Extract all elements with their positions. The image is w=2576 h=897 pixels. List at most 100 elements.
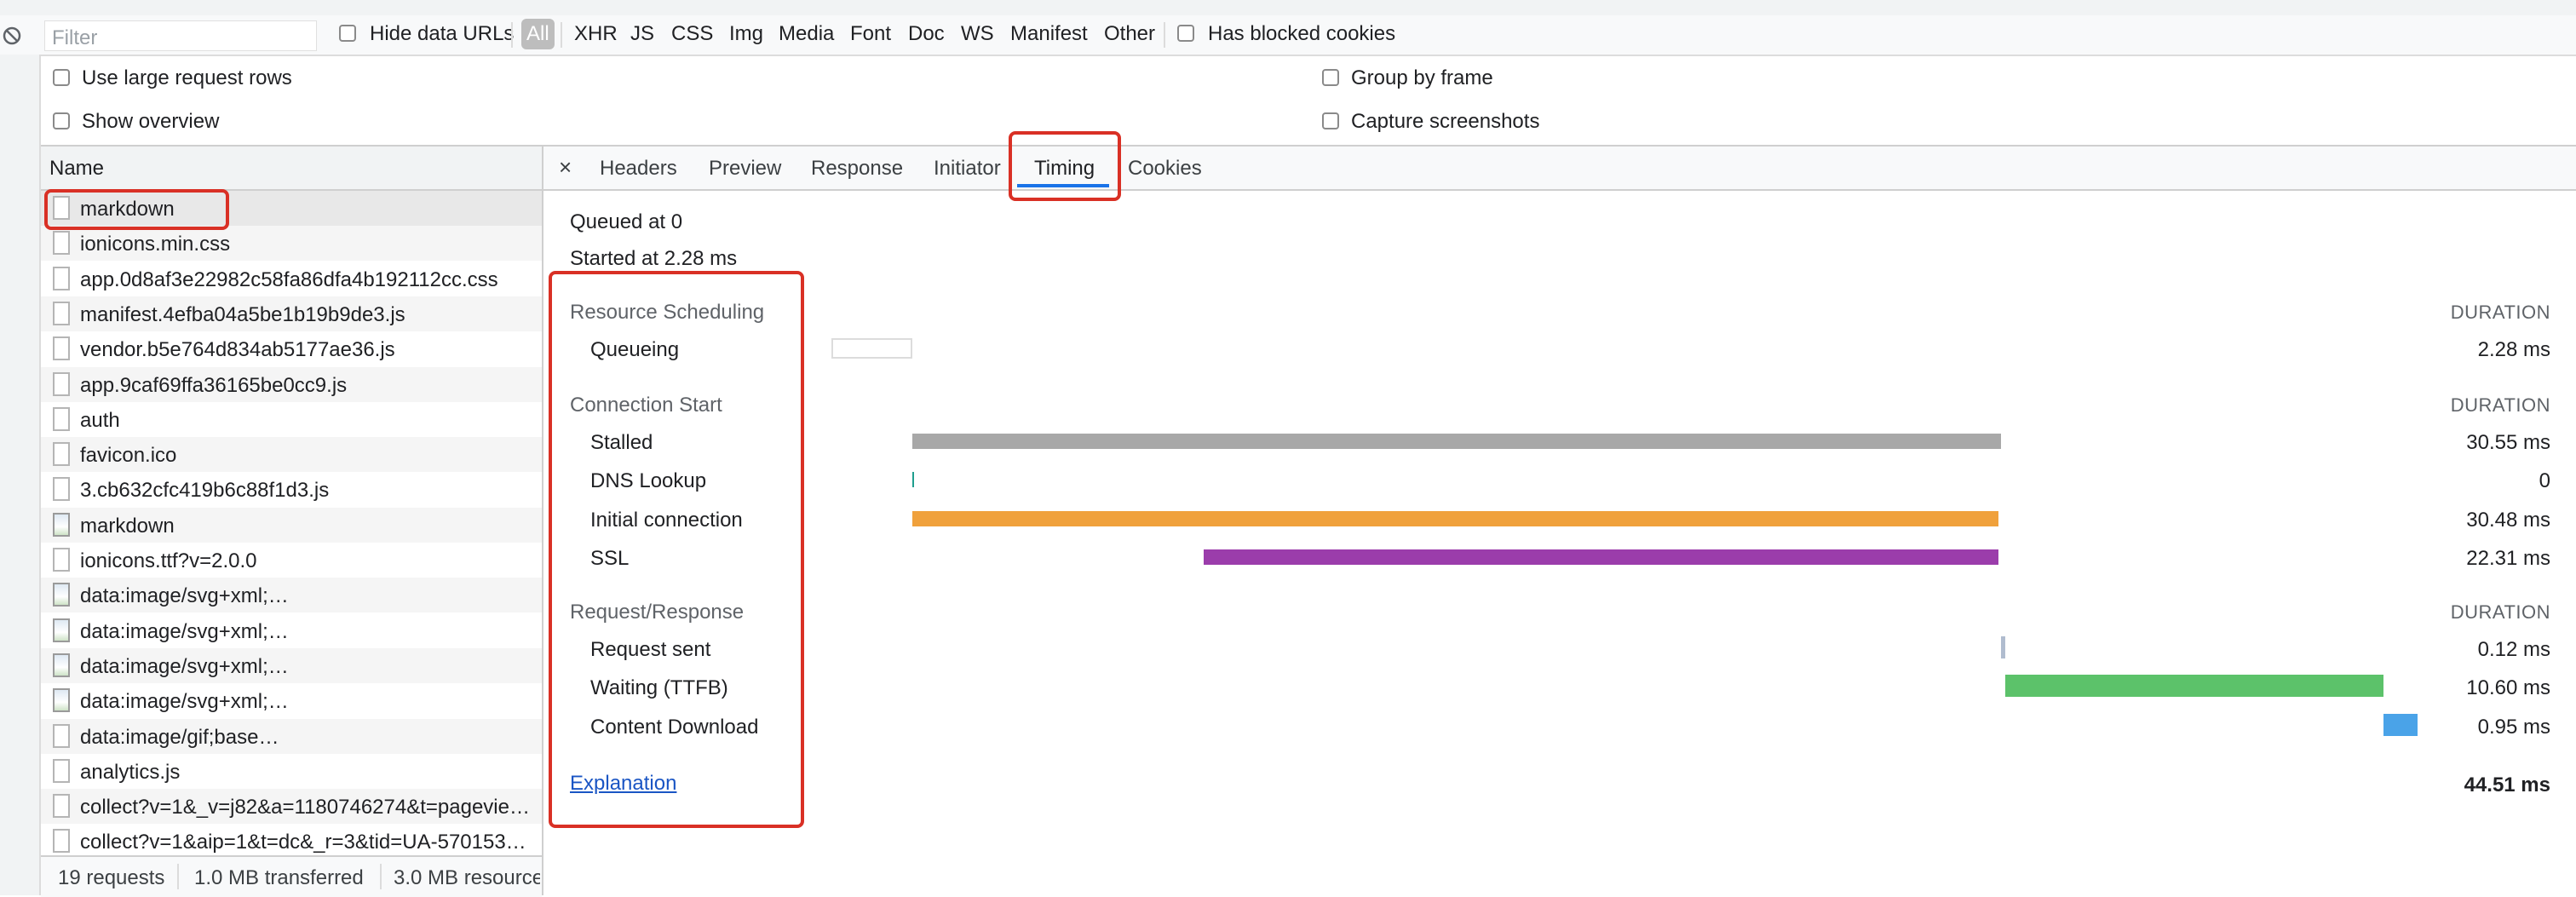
name-column-header[interactable]: Name [41,147,542,191]
has-blocked-cookies-label: Has blocked cookies [1208,22,1396,45]
image-icon [53,583,70,607]
footer-transferred: 1.0 MB transferred [194,866,364,889]
timing-bar[interactable] [912,434,2002,449]
request-name: data:image/svg+xml;… [80,619,289,643]
has-blocked-cookies-checkbox[interactable] [1177,25,1194,42]
type-filter-ws[interactable]: WS [961,22,994,46]
left-gutter [0,55,41,895]
request-row[interactable]: favicon.ico [41,437,542,473]
request-name: analytics.js [80,760,181,784]
use-large-rows-checkbox[interactable] [53,69,70,86]
footer-resources: 3.0 MB resources [394,868,540,888]
timing-bar[interactable] [1204,549,1999,565]
filter-input[interactable]: Filter [44,20,317,51]
duration-header: DURATION [2450,302,2550,323]
type-filter-manifest[interactable]: Manifest [1010,22,1088,46]
tab-response[interactable]: Response [811,157,903,181]
request-row[interactable]: data:image/svg+xml;… [41,578,542,613]
image-icon [53,688,70,713]
image-icon [53,512,70,537]
document-icon [53,477,70,502]
request-row[interactable]: data:image/svg+xml;… [41,683,542,718]
queued-at: Queued at 0 [570,210,683,233]
tab-initiator[interactable]: Initiator [934,157,1001,181]
timing-bar[interactable] [2001,636,2006,658]
request-row[interactable]: auth [41,402,542,437]
highlight-box-phases [549,271,804,828]
request-row[interactable]: app.0d8af3e22982c58fa86dfa4b192112cc.css [41,262,542,296]
timing-duration: 0.12 ms [2477,638,2550,661]
request-row[interactable]: ionicons.ttf?v=2.0.0 [41,543,542,578]
type-filter-xhr[interactable]: XHR [574,22,618,46]
request-name: data:image/svg+xml;… [80,584,289,608]
started-at: Started at 2.28 ms [570,247,738,270]
group-by-frame-label: Group by frame [1351,66,1493,89]
tab-headers[interactable]: Headers [600,157,677,181]
show-overview-label: Show overview [82,110,220,133]
timing-bar[interactable] [912,511,1999,526]
capture-screenshots-checkbox[interactable] [1322,112,1339,129]
block-requests-icon[interactable] [2,26,22,46]
status-footer: 19 requests 1.0 MB transferred 3.0 MB re… [41,855,542,897]
document-icon [53,758,70,783]
request-row[interactable]: vendor.b5e764d834ab5177ae36.js [41,331,542,366]
timing-duration: 0.95 ms [2477,716,2550,739]
footer-divider [177,864,179,889]
network-options [41,56,2576,147]
request-name: app.9caf69ffa36165be0cc9.js [80,373,348,397]
capture-screenshots-label: Capture screenshots [1351,110,1540,133]
type-filter-css[interactable]: CSS [671,22,713,46]
request-name: vendor.b5e764d834ab5177ae36.js [80,338,395,362]
request-row[interactable]: data:image/svg+xml;… [41,647,542,683]
document-icon [53,723,70,748]
request-row[interactable]: collect?v=1&_v=j82&a=1180746274&t=pagevi… [41,789,542,825]
type-filter-other[interactable]: Other [1104,22,1155,46]
type-filter-img[interactable]: Img [729,22,763,46]
request-row[interactable]: data:image/svg+xml;… [41,613,542,648]
request-name: 3.cb632cfc419b6c88f1d3.js [80,479,330,503]
timing-duration: 30.48 ms [2466,509,2550,532]
group-by-frame-checkbox[interactable] [1322,69,1339,86]
type-filter-all[interactable]: All [521,19,555,49]
toolbar-divider [1164,22,1165,48]
timing-bar[interactable] [912,472,915,487]
request-name: manifest.4efba04a5be1b19b9de3.js [80,302,405,326]
request-row[interactable]: markdown [41,507,542,543]
type-filter-doc[interactable]: Doc [908,22,945,46]
footer-request-count: 19 requests [58,866,165,889]
document-icon [53,266,70,290]
tab-preview[interactable]: Preview [709,157,781,181]
close-detail-button[interactable]: × [559,154,572,181]
document-icon [53,829,70,854]
image-icon [53,618,70,642]
request-row[interactable]: app.9caf69ffa36165be0cc9.js [41,366,542,402]
timing-duration: 22.31 ms [2466,547,2550,570]
footer-divider [380,864,382,889]
request-row[interactable]: collect?v=1&aip=1&t=dc&_r=3&tid=UA-57015… [41,824,542,859]
devtools-top-strip [0,0,2576,17]
tab-cookies[interactable]: Cookies [1128,157,1202,181]
request-row[interactable]: manifest.4efba04a5be1b19b9de3.js [41,296,542,331]
document-icon [53,301,70,325]
document-icon [53,794,70,819]
type-filter-media[interactable]: Media [779,22,834,46]
timing-duration: 30.55 ms [2466,431,2550,454]
type-filter-js[interactable]: JS [630,22,654,46]
request-name: data:image/svg+xml;… [80,654,289,678]
timing-bar[interactable] [2005,675,2383,697]
timing-bar[interactable] [831,338,913,359]
timing-bar[interactable] [2383,714,2418,736]
toolbar-divider [561,22,562,48]
highlight-box-timing-tab [1009,131,1121,201]
duration-header: DURATION [2450,394,2550,416]
document-icon [53,231,70,256]
show-overview-checkbox[interactable] [53,112,70,129]
request-row[interactable]: ionicons.min.css [41,226,542,262]
request-row[interactable]: 3.cb632cfc419b6c88f1d3.js [41,472,542,507]
type-filter-font[interactable]: Font [850,22,891,46]
hide-data-urls-checkbox[interactable] [339,25,356,42]
timing-duration: 10.60 ms [2466,676,2550,699]
document-icon [53,371,70,396]
request-row[interactable]: data:image/gif;base… [41,718,542,754]
request-row[interactable]: analytics.js [41,754,542,789]
